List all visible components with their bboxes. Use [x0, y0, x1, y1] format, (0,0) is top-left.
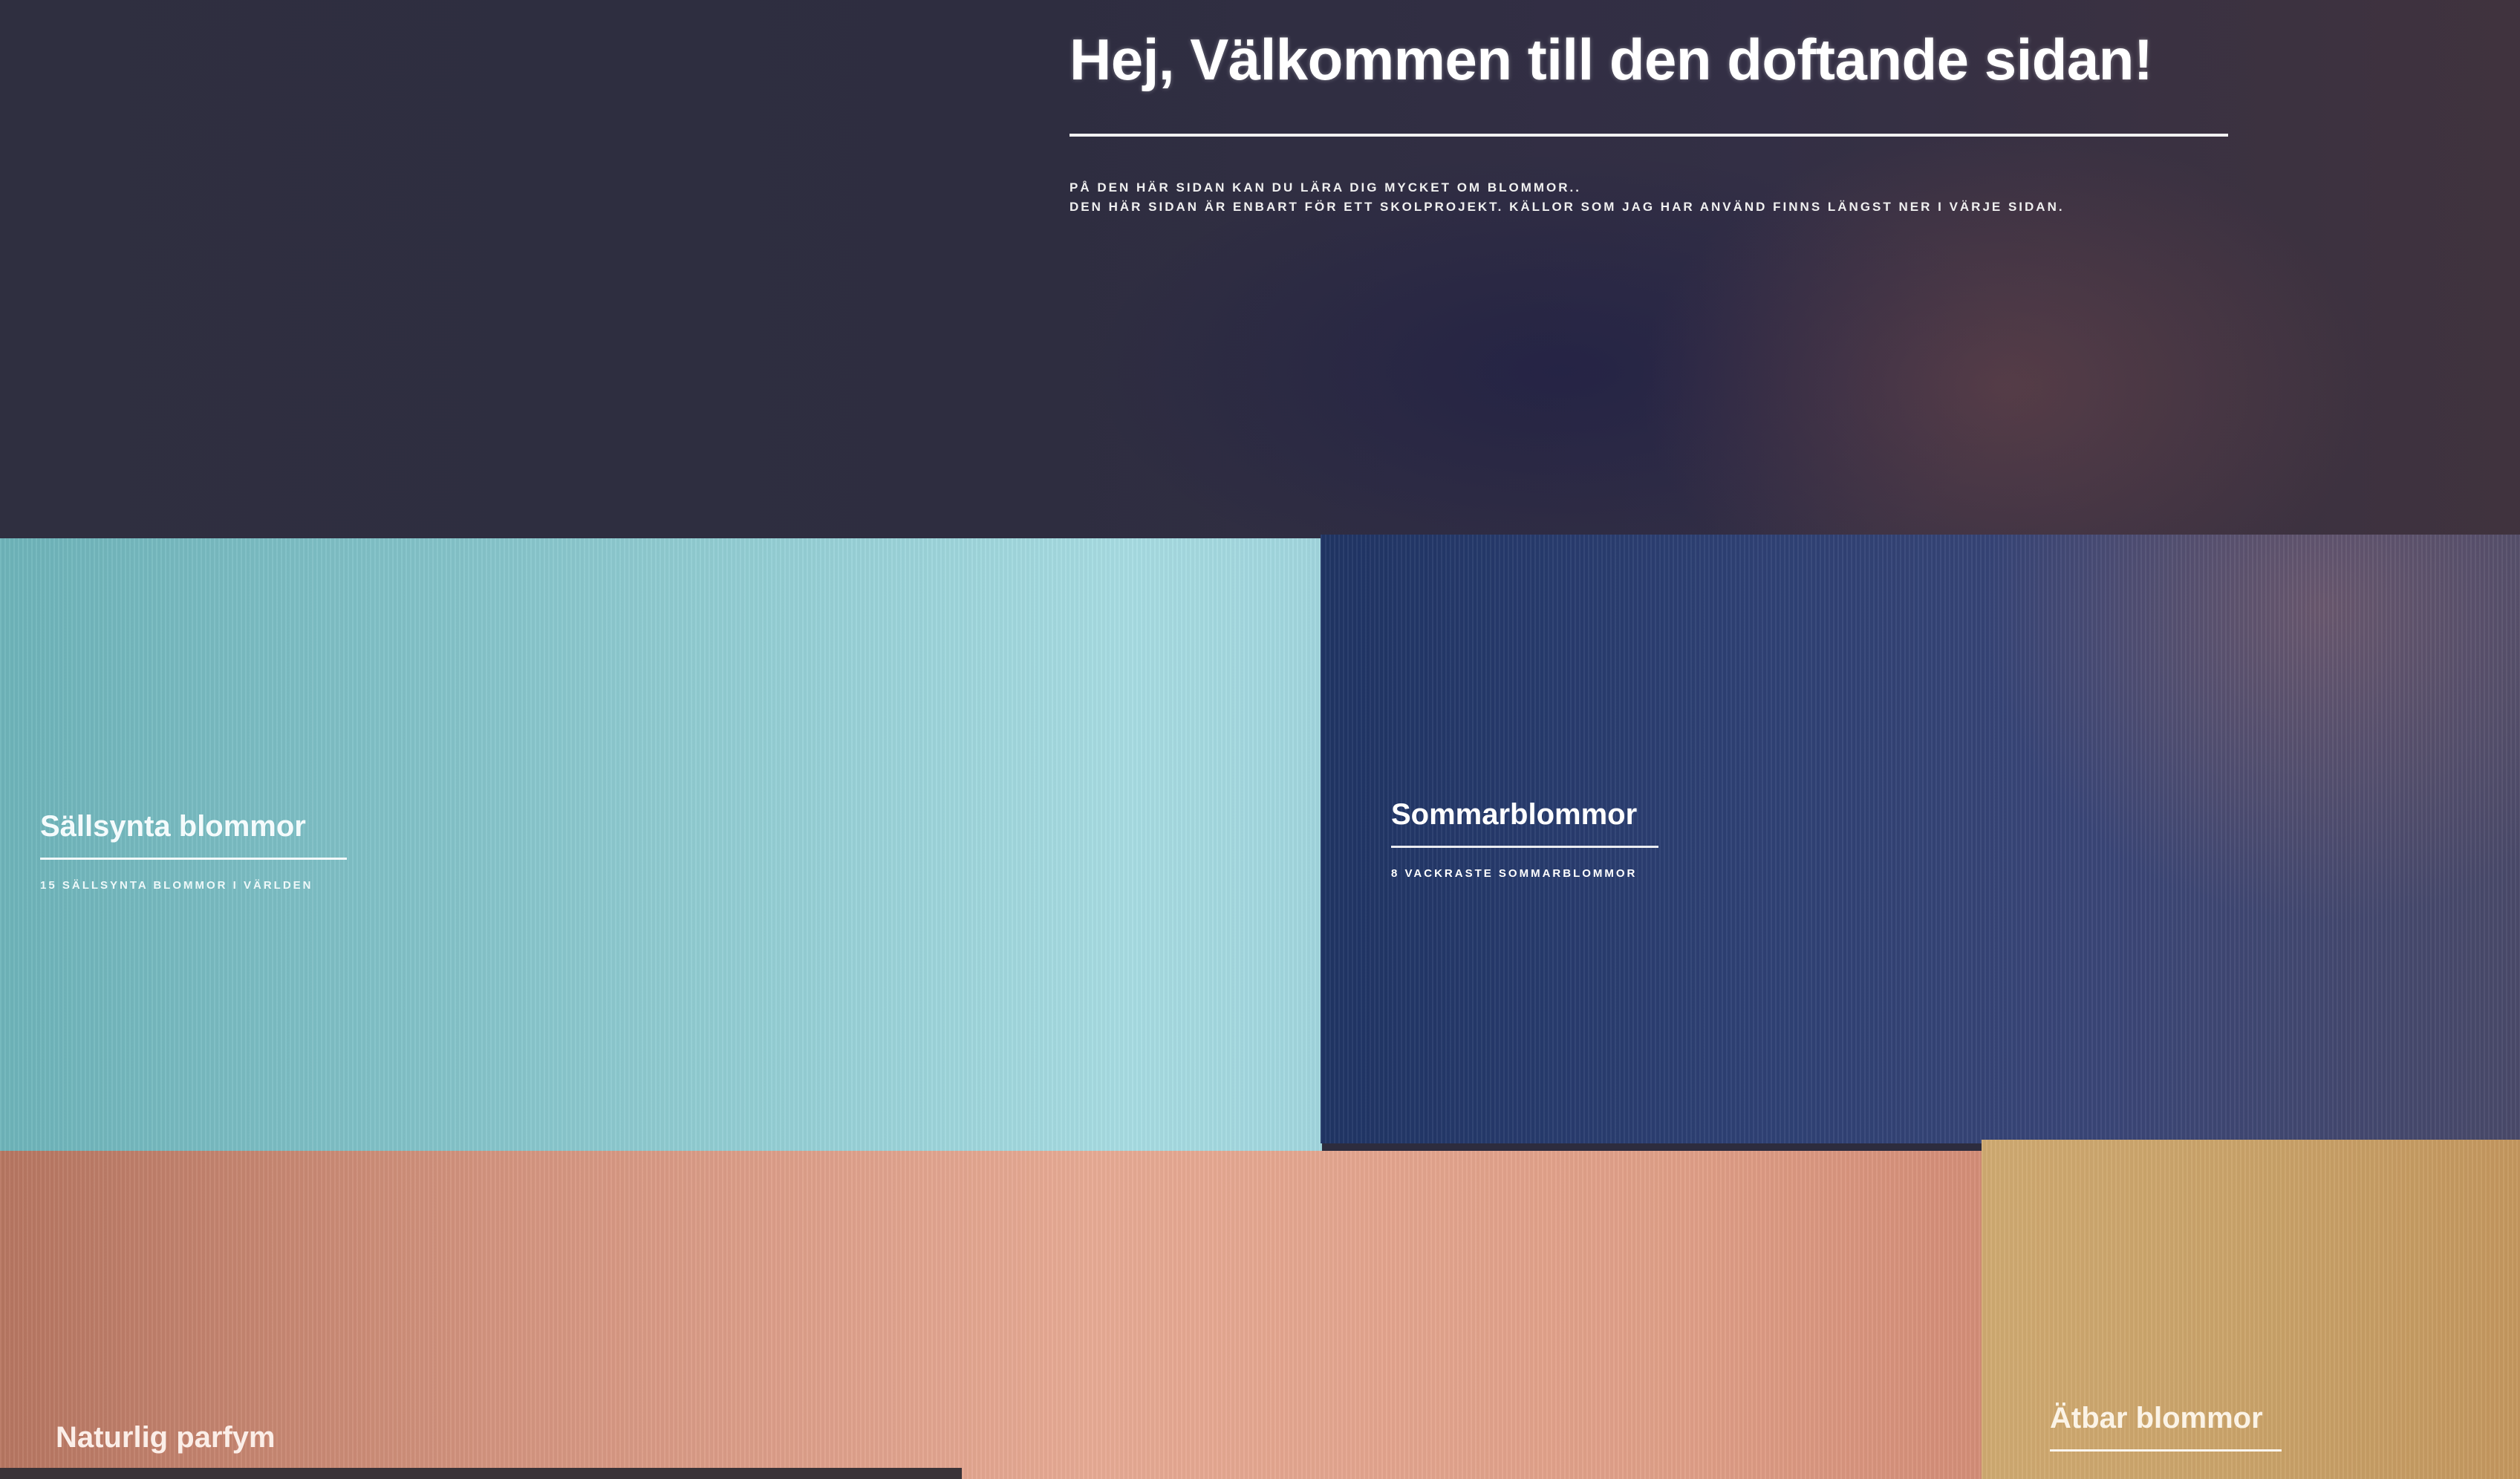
tile-rare-flowers-divider — [40, 858, 347, 860]
tile-edible-flowers-title: Ätbar blommor — [2050, 1402, 2263, 1434]
tile-summer-flowers[interactable]: Sommarblommor 8 vackraste sommarblommor — [1321, 535, 2520, 1143]
tile-rare-flowers-content: Sällsynta blommor 15 sällsynta blommor i… — [40, 812, 347, 892]
tile-summer-flowers-subtitle: 8 vackraste sommarblommor — [1391, 867, 1638, 880]
tile-summer-flowers-content: Sommarblommor 8 vackraste sommarblommor — [1391, 800, 1658, 880]
page-title: Hej, Välkommen till den doftande sidan! — [1069, 27, 2153, 92]
tile-rare-flowers[interactable]: Sällsynta blommor 15 sällsynta blommor i… — [0, 538, 1322, 1158]
tile-rare-flowers-title: Sällsynta blommor — [40, 810, 306, 843]
tile-natural-perfume[interactable]: Naturlig parfym — [0, 1151, 1983, 1479]
hero-description-line-2: Den här sidan är enbart för ett skolproj… — [1069, 200, 2065, 214]
tile-summer-flowers-divider — [1391, 846, 1658, 848]
hero-description-line-1: På den här sidan kan du lära dig mycket … — [1069, 180, 1581, 195]
title-divider — [1069, 134, 2228, 137]
tile-natural-perfume-divider — [0, 1468, 962, 1479]
tile-edible-flowers-content: Ätbar blommor — [2050, 1403, 2282, 1452]
tile-edible-flowers-divider — [2050, 1449, 2282, 1452]
tile-natural-perfume-title: Naturlig parfym — [56, 1421, 276, 1454]
hero-description: På den här sidan kan du lära dig mycket … — [1069, 178, 2228, 217]
hero-section: Hej, Välkommen till den doftande sidan! … — [0, 0, 2520, 538]
tile-rare-flowers-subtitle: 15 sällsynta blommor i världen — [40, 879, 313, 892]
tile-natural-perfume-content: Naturlig parfym — [56, 1423, 276, 1452]
hero-content: Hej, Välkommen till den doftande sidan! … — [1069, 22, 2228, 217]
tile-edible-flowers[interactable]: Ätbar blommor — [1982, 1140, 2520, 1479]
tile-summer-flowers-title: Sommarblommor — [1391, 798, 1638, 831]
